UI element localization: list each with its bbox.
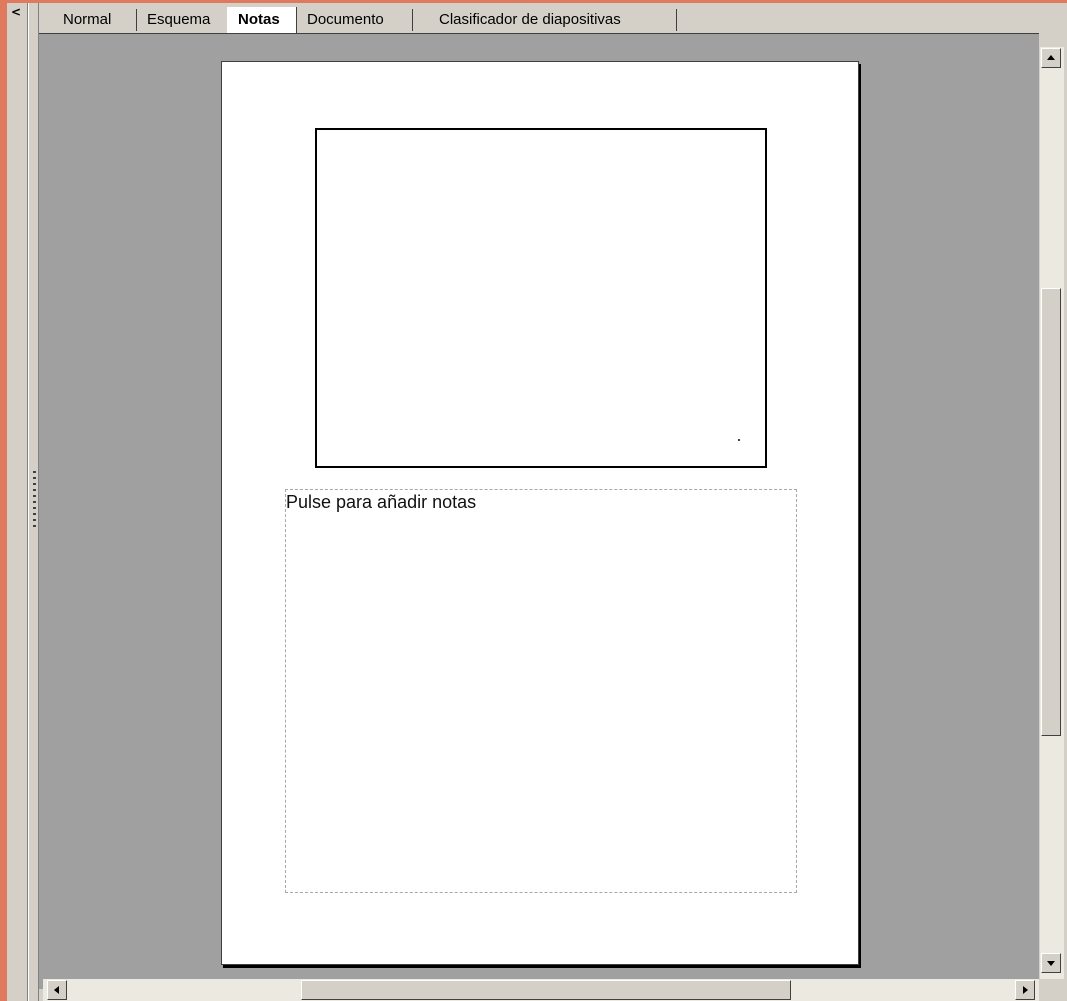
- notes-workspace: Pulse para añadir notas: [39, 33, 1039, 989]
- arrow-left-icon: [54, 986, 59, 994]
- tab-clasificador-de-diapositivas[interactable]: Clasificador de diapositivas: [413, 9, 677, 31]
- slides-pane-strip: <: [7, 3, 39, 1001]
- horizontal-scroll-thumb[interactable]: [301, 980, 791, 1000]
- vertical-scrollbar[interactable]: [1039, 47, 1064, 988]
- impress-window: < Normal Esquema Notas Documento Clasifi…: [0, 0, 1067, 1001]
- notes-text-area[interactable]: Pulse para añadir notas: [285, 489, 797, 893]
- splitter-grip-handle[interactable]: [33, 471, 36, 531]
- tab-documento[interactable]: Documento: [297, 9, 413, 31]
- vertical-scroll-thumb[interactable]: [1041, 288, 1061, 736]
- view-tab-bar: Normal Esquema Notas Documento Clasifica…: [39, 3, 1067, 33]
- scrollbar-corner: [1039, 979, 1067, 1001]
- slide-content-dot: [738, 439, 740, 441]
- scroll-up-button[interactable]: [1041, 48, 1061, 68]
- scroll-left-button[interactable]: [47, 980, 67, 1000]
- tab-normal[interactable]: Normal: [53, 9, 137, 31]
- slide-thumbnail[interactable]: [315, 128, 767, 468]
- splitter-highlight: [28, 3, 29, 1001]
- notes-placeholder-text: Pulse para añadir notas: [286, 492, 477, 512]
- arrow-down-icon: [1047, 961, 1055, 966]
- collapse-pane-button[interactable]: <: [10, 5, 22, 19]
- arrow-right-icon: [1023, 986, 1028, 994]
- arrow-up-icon: [1047, 55, 1055, 60]
- tab-notas[interactable]: Notas: [227, 7, 297, 33]
- horizontal-scrollbar[interactable]: [43, 979, 1039, 1001]
- scroll-down-button[interactable]: [1041, 953, 1061, 973]
- notes-page: Pulse para añadir notas: [221, 61, 859, 965]
- scroll-right-button[interactable]: [1015, 980, 1035, 1000]
- tab-esquema[interactable]: Esquema: [137, 9, 227, 31]
